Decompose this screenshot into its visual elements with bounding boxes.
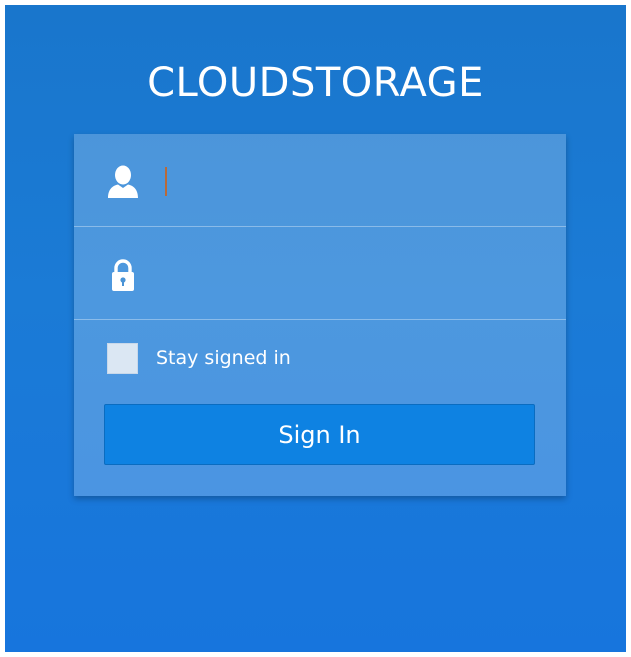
username-row xyxy=(74,134,566,227)
user-icon xyxy=(107,165,139,199)
lock-icon xyxy=(107,258,139,292)
stay-signed-in-checkbox[interactable] xyxy=(107,342,138,374)
stay-signed-in-label: Stay signed in xyxy=(156,347,291,369)
login-screen: CLOUDSTORAGE Stay signed in Sign In xyxy=(5,5,626,652)
text-cursor xyxy=(165,167,167,196)
app-title: CLOUDSTORAGE xyxy=(147,60,484,106)
username-input[interactable] xyxy=(162,162,542,198)
sign-in-button[interactable]: Sign In xyxy=(104,404,535,465)
login-panel: Stay signed in Sign In xyxy=(74,134,566,496)
password-row xyxy=(74,227,566,320)
password-input[interactable] xyxy=(162,255,542,291)
stay-signed-in-option[interactable]: Stay signed in xyxy=(107,342,291,374)
